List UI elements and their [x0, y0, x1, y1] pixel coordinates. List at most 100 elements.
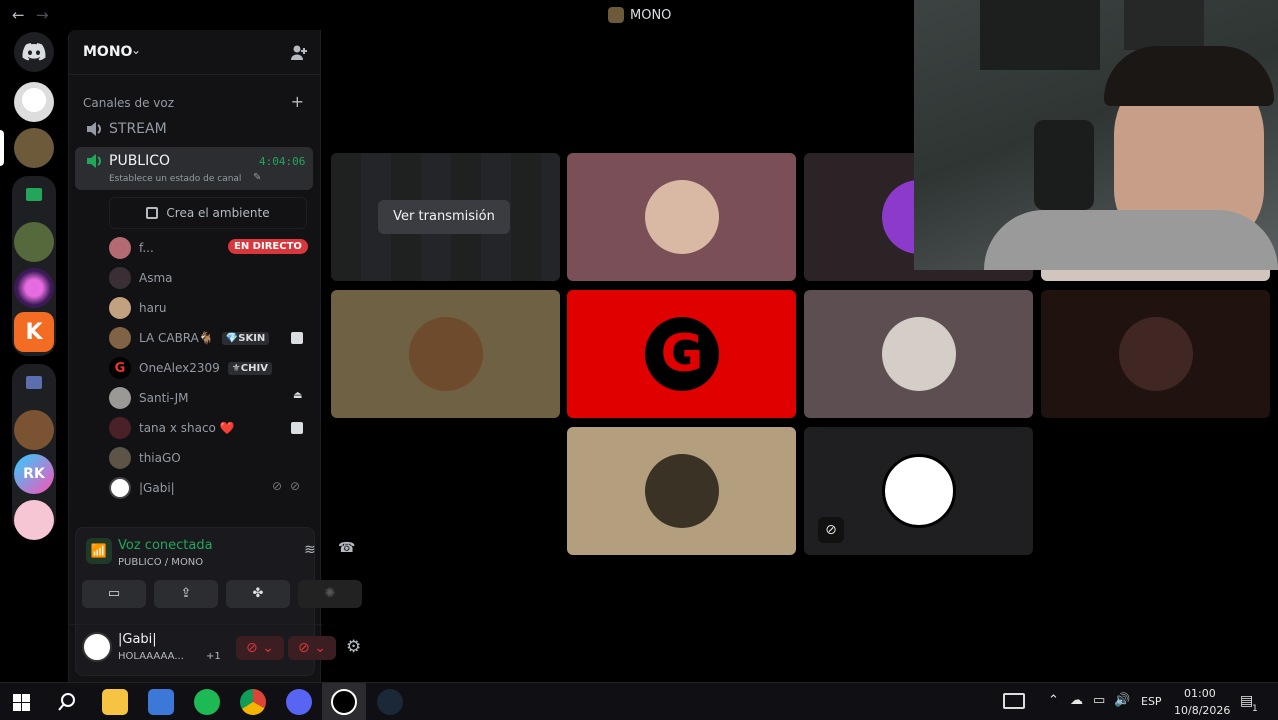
server-k-icon[interactable]: K [14, 312, 54, 352]
taskbar: ⌃ ☁ ▭ 🔊 ESP 01:00 10/8/2026 ▤ 1 [0, 682, 1278, 720]
streaming-icon: ⏏ [293, 390, 303, 401]
steam-icon[interactable] [377, 689, 403, 715]
webcam-overlay [914, 0, 1278, 270]
chrome-icon[interactable] [240, 689, 266, 715]
camera-toggle-button[interactable]: ▭ [82, 580, 146, 608]
server-pink-icon[interactable] [14, 500, 54, 540]
stream-tile[interactable]: Ver transmisión [331, 153, 560, 281]
user-name[interactable]: |Gabi| [118, 632, 157, 647]
avatar: G [109, 357, 131, 379]
window-title: MONO [608, 7, 671, 23]
clock-time[interactable]: 01:00 [1184, 687, 1216, 700]
file-explorer-icon[interactable] [102, 689, 128, 715]
settings-gear-icon[interactable]: ⚙ [346, 637, 361, 657]
participant-tile[interactable]: G [567, 290, 796, 418]
server-rk-icon[interactable]: RK [14, 454, 54, 494]
member-row[interactable]: Santi-JM [109, 386, 309, 410]
participant-avatar [882, 317, 956, 391]
obs-icon[interactable] [331, 689, 357, 715]
member-row[interactable]: LA CABRA🐐 💎SKIN [109, 326, 309, 350]
member-name: LA CABRA🐐 [139, 331, 214, 345]
member-row[interactable]: Asma [109, 266, 309, 290]
speaker-icon [87, 154, 101, 168]
user-avatar[interactable] [82, 632, 112, 662]
channel-sidebar: MONO ⌄ Canales de voz + STREAM PUBLICO 4… [68, 30, 362, 682]
clock-date[interactable]: 10/8/2026 [1174, 704, 1230, 717]
network-icon[interactable]: ▭ [1093, 693, 1105, 708]
avatar [109, 417, 131, 439]
chair [1034, 120, 1094, 210]
voice-location[interactable]: PUBLICO / MONO [118, 557, 203, 568]
deafen-button[interactable]: ⊘ ⌄ [288, 636, 336, 660]
divider [70, 624, 322, 625]
channel-publico[interactable]: PUBLICO [109, 153, 170, 169]
noise-suppression-icon[interactable]: ≋ [304, 542, 316, 558]
discord-taskbar-icon[interactable] [286, 689, 312, 715]
channel-status[interactable]: Establece un estado de canal [109, 174, 241, 184]
server-dinosaur-icon[interactable] [14, 222, 54, 262]
channel-stream[interactable]: STREAM [109, 121, 167, 137]
server-creature-icon[interactable] [14, 410, 54, 450]
member-name: f... [139, 241, 154, 255]
muted-icon: ⊘ [272, 479, 283, 493]
watch-stream-button[interactable]: Ver transmisión [378, 200, 510, 234]
server-header[interactable]: MONO ⌄ [69, 30, 320, 75]
member-row[interactable]: tana x shaco ❤️ [109, 416, 309, 440]
cloud-icon[interactable]: ☁ [1070, 693, 1083, 708]
mute-button[interactable]: ⊘ ⌄ [236, 636, 284, 660]
windows-start-icon[interactable] [13, 694, 30, 711]
participant-tile[interactable] [567, 427, 796, 555]
activity-icon [146, 207, 159, 219]
member-row[interactable]: thiaGO [109, 446, 309, 470]
back-icon[interactable]: ← [12, 6, 25, 24]
server-folder[interactable]: K [12, 176, 56, 356]
screen-share-button[interactable]: ⇪ [154, 580, 218, 608]
volume-icon[interactable]: 🔊 [1114, 693, 1130, 708]
member-row[interactable]: haru [109, 296, 309, 320]
folder-icon [26, 188, 42, 201]
participant-tile[interactable] [331, 290, 560, 418]
member-name: thiaGO [139, 451, 181, 465]
poster [980, 0, 1100, 70]
invite-people-icon[interactable] [290, 44, 308, 62]
chevron-up-icon[interactable]: ⌃ [1048, 693, 1059, 708]
server-orb-icon[interactable] [14, 268, 54, 308]
avatar [109, 327, 131, 349]
disconnect-icon[interactable]: ☎ [338, 540, 355, 556]
chevron-down-icon: ⌄ [131, 43, 142, 57]
edit-status-icon[interactable]: ✎ [253, 172, 261, 183]
poster [1124, 0, 1204, 50]
category-voice[interactable]: Canales de voz [83, 96, 174, 110]
taskbar-extra-icon[interactable] [1003, 693, 1025, 709]
activities-button[interactable]: ✤ [226, 580, 290, 608]
participant-avatar [409, 317, 483, 391]
server-mono-icon[interactable] [14, 128, 54, 168]
spotify-icon[interactable] [194, 689, 220, 715]
signal-icon[interactable]: 📶 [86, 538, 112, 564]
participant-tile[interactable] [804, 290, 1033, 418]
activity-status-icon [291, 422, 303, 434]
discord-home-icon[interactable] [14, 32, 54, 72]
selected-server-pill [0, 130, 4, 166]
server-folder-2[interactable]: RK [12, 364, 56, 540]
user-status[interactable]: HOLAAAAA... [118, 651, 184, 662]
voice-status[interactable]: Voz conectada [118, 538, 213, 553]
search-icon[interactable] [57, 692, 77, 712]
add-channel-icon[interactable]: + [291, 92, 304, 111]
create-ambient-button[interactable]: Crea el ambiente [109, 197, 307, 229]
avatar [109, 237, 131, 259]
language-indicator[interactable]: ESP [1141, 695, 1162, 708]
soundboard-button[interactable]: ✺ [298, 580, 362, 608]
participant-tile[interactable] [1041, 290, 1270, 418]
participant-tile[interactable]: ⊘ [804, 427, 1033, 555]
member-tag: 💎SKIN [221, 331, 270, 345]
store-icon[interactable] [148, 689, 174, 715]
member-row[interactable]: G OneAlex2309 ⚜CHIV [109, 356, 309, 380]
server-meme-icon[interactable] [14, 82, 54, 122]
create-ambient-label: Crea el ambiente [166, 206, 270, 220]
participant-tile[interactable] [567, 153, 796, 281]
discord-window: ← → MONO K RK MONO ⌄ Canales de voz + ST… [0, 0, 1278, 720]
forward-icon[interactable]: → [36, 6, 49, 24]
participant-avatar [1119, 317, 1193, 391]
member-name: |Gabi| [139, 481, 175, 495]
